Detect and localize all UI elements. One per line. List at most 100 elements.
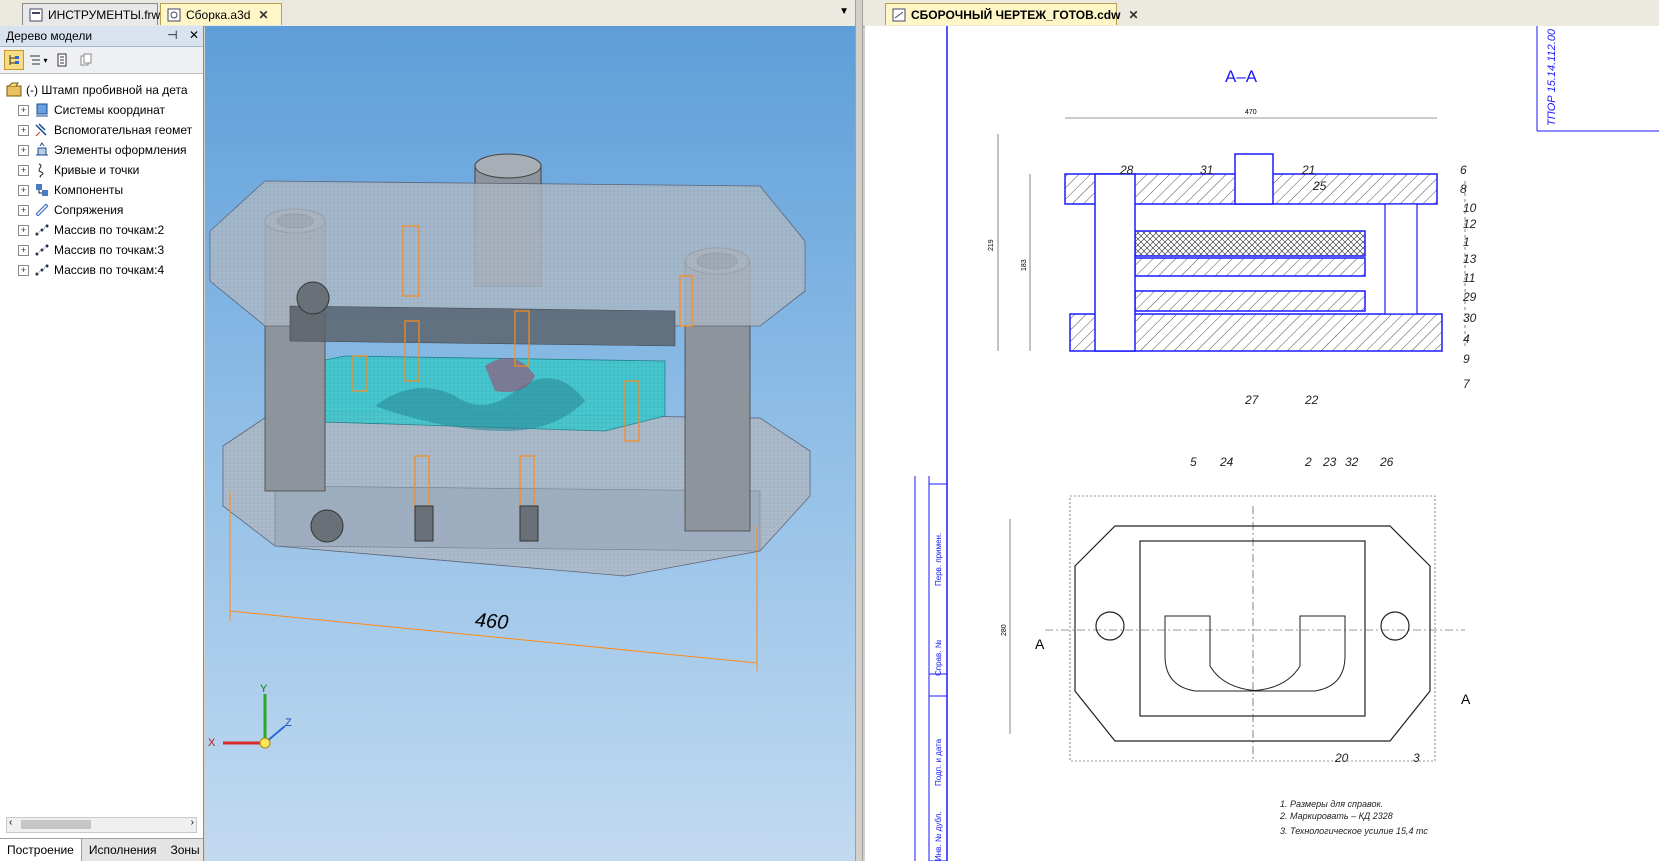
- tab-instruments[interactable]: ИНСТРУМЕНТЫ.frw: [22, 3, 161, 25]
- expand-icon[interactable]: +: [18, 124, 29, 136]
- assembly-3d-model: 460 Y X Z: [208, 153, 811, 749]
- expand-icon[interactable]: +: [18, 204, 29, 216]
- tree-options-button[interactable]: ▾: [28, 50, 48, 70]
- tree-item-design-elements[interactable]: + Элементы оформления: [0, 140, 203, 160]
- assembly-file-icon: [167, 8, 181, 22]
- right-tab-bar: СБОРОЧНЫЙ ЧЕРТЕЖ_ГОТОВ.cdw ✕: [863, 0, 1659, 27]
- scroll-left-icon[interactable]: ‹: [9, 817, 12, 828]
- tree-root[interactable]: (-) Штамп пробивной на дета: [0, 80, 203, 100]
- horizontal-scrollbar[interactable]: ‹ ›: [6, 817, 197, 833]
- close-icon[interactable]: ✕: [189, 28, 199, 42]
- expand-icon[interactable]: +: [18, 184, 29, 196]
- tab-construction[interactable]: Построение: [0, 839, 82, 861]
- expand-icon[interactable]: +: [18, 144, 29, 156]
- callout-label: 2: [1304, 455, 1312, 469]
- document-icon: [57, 53, 67, 67]
- pin-icon[interactable]: ⊣: [167, 28, 177, 42]
- dim-height-total: 219: [988, 239, 995, 251]
- axis-label-x: X: [208, 737, 216, 749]
- callout-label: 25: [1312, 179, 1327, 193]
- drawing-sheet[interactable]: Перв. примен. Справ. № Подп. и дата Инв.…: [865, 26, 1659, 861]
- dim-plan-height: 280: [1001, 624, 1008, 636]
- side-label-signature: Подп. и дата: [934, 738, 943, 786]
- note-line: 2. Маркировать – КД 2328: [1279, 811, 1393, 821]
- tree-item-point-array-2[interactable]: + Массив по точкам:2: [0, 220, 203, 240]
- window-splitter[interactable]: [855, 0, 863, 861]
- expand-icon[interactable]: +: [18, 224, 29, 236]
- callout-label: 31: [1200, 163, 1213, 177]
- tree-item-label: Кривые и точки: [54, 163, 140, 177]
- callout-label: 32: [1345, 455, 1359, 469]
- scroll-right-icon[interactable]: ›: [191, 817, 194, 828]
- callout-label: 29: [1462, 290, 1477, 304]
- tree-view-button[interactable]: [4, 50, 24, 70]
- side-label-ref-no: Справ. №: [934, 639, 943, 676]
- side-label-first-use: Перв. примен.: [934, 533, 943, 586]
- callout-label: 7: [1463, 377, 1471, 391]
- tree-item-label: Массив по точкам:4: [54, 263, 165, 277]
- point-array-icon: [34, 242, 50, 258]
- upper-die-plate: [209, 180, 806, 347]
- tree-item-label: Вспомогательная геомет: [54, 123, 193, 137]
- model-3d-viewport[interactable]: 460 Y X Z: [205, 26, 855, 861]
- tree-item-auxiliary-geometry[interactable]: + Вспомогательная геомет: [0, 120, 203, 140]
- tab-zones[interactable]: Зоны: [164, 839, 207, 861]
- panel-title: Дерево модели: [6, 29, 93, 43]
- expand-icon[interactable]: +: [18, 164, 29, 176]
- tree-item-components[interactable]: + Компоненты: [0, 180, 203, 200]
- chevron-down-icon: ▾: [43, 55, 48, 65]
- callout-label: 3: [1413, 751, 1420, 765]
- properties-button[interactable]: [52, 50, 72, 70]
- tree-item-point-array-4[interactable]: + Массив по точкам:4: [0, 260, 203, 280]
- callout-label: 1: [1463, 235, 1470, 249]
- panel-bottom-tabs: Построение Исполнения Зоны: [0, 838, 203, 861]
- tab-assembly[interactable]: Сборка.a3d ✕: [160, 3, 282, 25]
- callout-label: 4: [1463, 332, 1470, 346]
- callout-label: 6: [1460, 163, 1467, 177]
- tree-item-label: Элементы оформления: [54, 143, 187, 157]
- tree-item-coordinate-systems[interactable]: + Системы координат: [0, 100, 203, 120]
- section-mark-left: А: [1035, 636, 1045, 652]
- coordinate-systems-icon: [34, 102, 50, 118]
- dim-width: 470: [1245, 109, 1257, 116]
- tree-toolbar: ▾: [0, 47, 203, 74]
- scrollbar-thumb[interactable]: [21, 820, 91, 829]
- tab-drawing[interactable]: СБОРОЧНЫЙ ЧЕРТЕЖ_ГОТОВ.cdw ✕: [885, 3, 1139, 25]
- tree-item-point-array-3[interactable]: + Массив по точкам:3: [0, 240, 203, 260]
- callout-label: 23: [1322, 455, 1337, 469]
- callout-label: 20: [1334, 751, 1349, 765]
- callout-label: 27: [1244, 393, 1260, 407]
- assembly-root-icon: [6, 82, 22, 98]
- tree-item-curves[interactable]: + Кривые и точки: [0, 160, 203, 180]
- section-view: [997, 117, 1466, 352]
- expand-icon[interactable]: +: [18, 264, 29, 276]
- callout-label: 26: [1379, 455, 1394, 469]
- curves-icon: [34, 162, 50, 178]
- section-mark-right: А: [1461, 691, 1471, 707]
- technical-notes: 1. Размеры для справок. 2. Маркировать –…: [1279, 799, 1428, 836]
- tab-versions[interactable]: Исполнения: [82, 839, 164, 861]
- close-icon[interactable]: ✕: [1128, 8, 1138, 22]
- expand-icon[interactable]: +: [18, 104, 29, 116]
- drawing-code-stamp: ТПОР 15.14.112.00 СБ: [1546, 26, 1558, 126]
- model-tree-panel: Дерево модели ⊣ ✕ ▾ (-) Штамп пробивной …: [0, 26, 204, 861]
- dim-height-inner: 183: [1021, 259, 1028, 271]
- tree-item-mates[interactable]: + Сопряжения: [0, 200, 203, 220]
- left-tab-bar: ИНСТРУМЕНТЫ.frw Сборка.a3d ✕ ▼: [0, 0, 855, 27]
- panel-title-bar: Дерево модели ⊣ ✕: [0, 26, 203, 47]
- callout-label: 24: [1219, 455, 1234, 469]
- model-tree: (-) Штамп пробивной на дета + Системы ко…: [0, 74, 203, 280]
- tab-label: ИНСТРУМЕНТЫ.frw: [48, 7, 161, 22]
- tab-list-dropdown-icon[interactable]: ▼: [839, 6, 849, 17]
- expand-icon[interactable]: +: [18, 244, 29, 256]
- tree-list-icon: [30, 55, 41, 65]
- side-label-inv: Инв. № дубл.: [934, 811, 943, 861]
- drawing-file-icon: [892, 8, 906, 22]
- copy-button[interactable]: [76, 50, 96, 70]
- sheet-frame: [914, 26, 1659, 861]
- callout-label: 30: [1463, 311, 1477, 325]
- tree-item-label: Массив по точкам:2: [54, 223, 165, 237]
- close-icon[interactable]: ✕: [258, 8, 268, 22]
- section-title: А–А: [1225, 67, 1258, 86]
- tab-label: СБОРОЧНЫЙ ЧЕРТЕЖ_ГОТОВ.cdw: [911, 7, 1121, 22]
